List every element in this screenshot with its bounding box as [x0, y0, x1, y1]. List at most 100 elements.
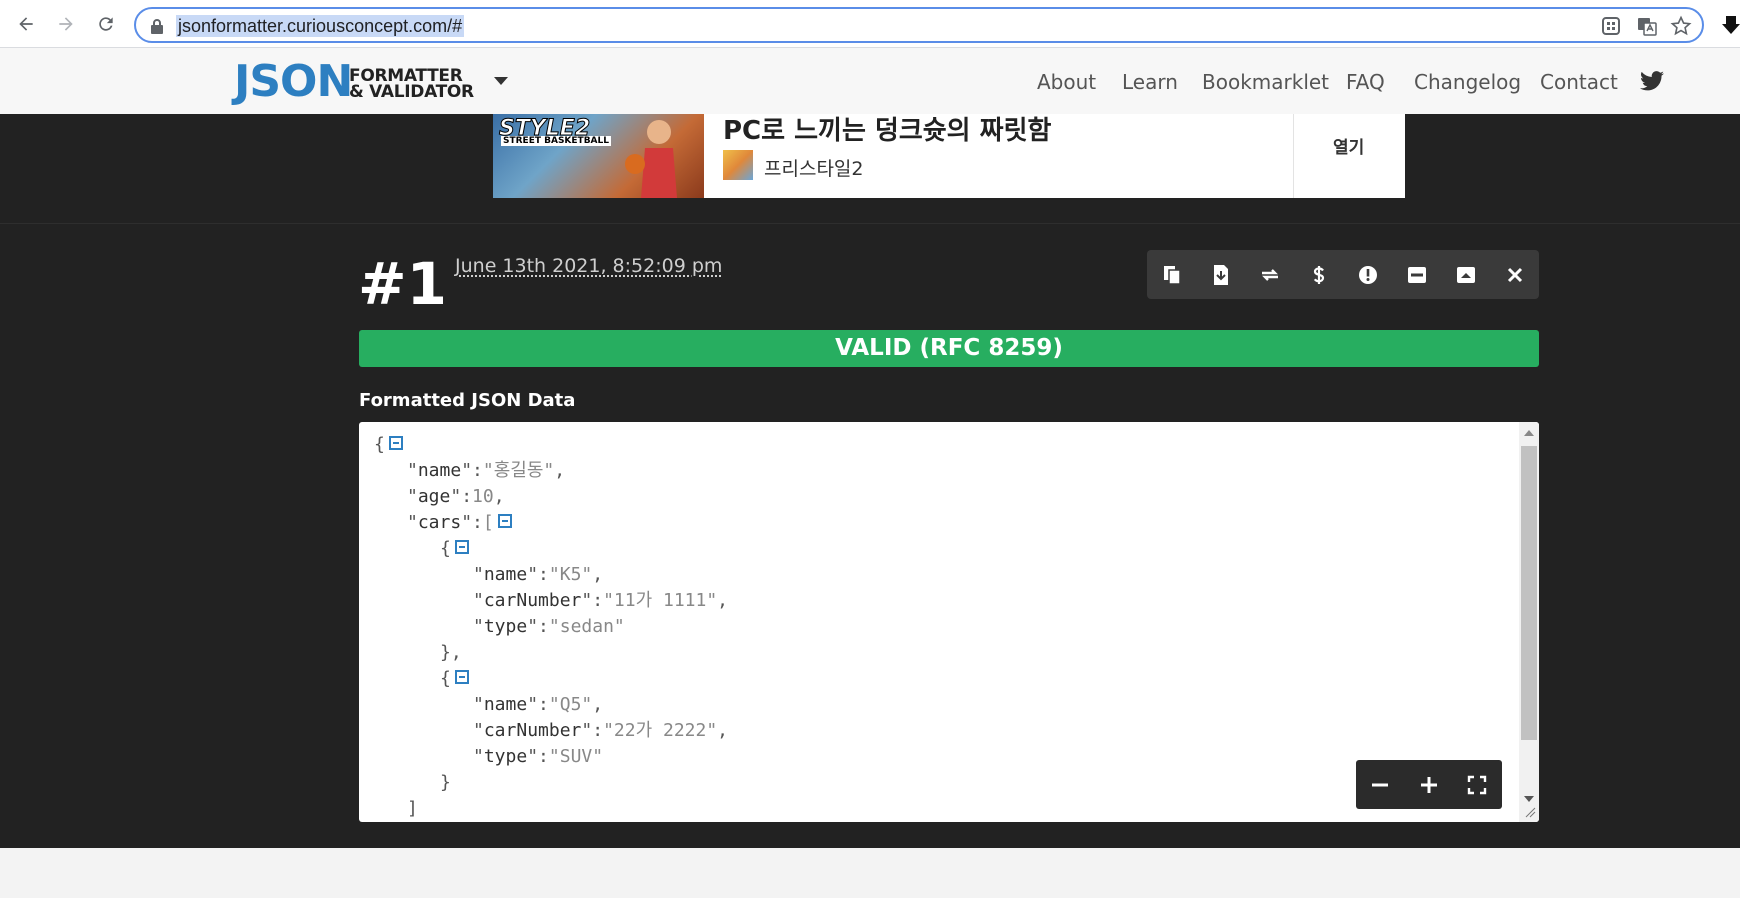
twitter-icon[interactable] — [1640, 70, 1664, 92]
collapse-toggle-icon[interactable] — [454, 670, 469, 684]
ad-brand[interactable]: 프리스타일2 — [764, 154, 864, 181]
json-line: "type":"SUV" — [473, 746, 604, 767]
ad-divider — [1293, 114, 1294, 198]
json-key: type — [483, 616, 528, 637]
json-line: } — [374, 770, 728, 796]
basketball-player-icon — [625, 120, 677, 198]
zoom-controls — [1356, 760, 1502, 809]
json-line: "carNumber":"11가 1111", — [473, 590, 729, 611]
json-line: "carNumber":"22가 2222", — [473, 720, 729, 741]
advertisement[interactable]: STYLE2 STREET BASKETBALL PC로 느끼는 덩크슛의 짜릿… — [493, 114, 1405, 198]
json-value: 10 — [472, 486, 494, 507]
download-icon[interactable] — [1196, 250, 1245, 299]
json-key: name — [417, 460, 462, 481]
bookmark-star-icon[interactable] — [1670, 15, 1692, 37]
json-key: carNumber — [483, 590, 582, 611]
json-key: carNumber — [483, 720, 582, 741]
json-key: type — [483, 746, 528, 767]
result-toolbar — [1147, 250, 1539, 299]
zoom-in-icon[interactable] — [1405, 760, 1453, 809]
json-line: "type":"sedan" — [473, 616, 625, 637]
json-line: ] — [374, 796, 728, 822]
fullscreen-icon[interactable] — [1453, 760, 1501, 809]
json-key: name — [483, 564, 528, 585]
reload-icon — [99, 17, 113, 31]
refresh-icon[interactable] — [1245, 250, 1294, 299]
json-bracket: }, — [440, 642, 462, 663]
reload-button[interactable] — [92, 10, 120, 38]
json-line: "name":"Q5", — [473, 694, 604, 715]
json-line: { — [374, 536, 728, 562]
scrollbar[interactable] — [1519, 422, 1539, 822]
logo-line-2: & VALIDATOR — [349, 82, 474, 102]
logo-json[interactable]: JSON — [234, 56, 353, 107]
forward-button[interactable] — [52, 10, 80, 38]
copy-icon[interactable] — [1147, 250, 1196, 299]
collapse-toggle-icon[interactable] — [388, 436, 403, 450]
ad-brand-thumbnail — [723, 150, 753, 180]
nav-about[interactable]: About — [1037, 70, 1096, 94]
collapse-toggle-icon[interactable] — [454, 540, 469, 554]
json-key: cars — [417, 512, 462, 533]
json-key: age — [417, 486, 451, 507]
close-icon[interactable] — [1490, 250, 1539, 299]
json-bracket: { — [440, 538, 451, 559]
json-bracket: { — [440, 668, 451, 689]
result-number: #1 — [358, 250, 447, 318]
json-key: name — [483, 694, 528, 715]
json-code[interactable]: {"name":"홍길동", "age":10, "cars":[{"name":"… — [374, 432, 728, 822]
arrow-right-icon — [59, 17, 73, 31]
address-bar[interactable]: jsonformatter.curiousconcept.com/# — [134, 7, 1704, 43]
nav-contact[interactable]: Contact — [1540, 70, 1618, 94]
zoom-out-icon[interactable] — [1356, 760, 1404, 809]
extension-icon[interactable] — [1722, 14, 1740, 36]
scroll-up-icon[interactable] — [1524, 430, 1534, 436]
scroll-down-icon[interactable] — [1524, 796, 1534, 802]
json-value: "SUV" — [548, 746, 604, 767]
json-line: { — [374, 432, 728, 458]
json-value: "Q5" — [548, 694, 593, 715]
ad-image[interactable]: STYLE2 STREET BASKETBALL — [493, 114, 704, 198]
alert-icon[interactable] — [1343, 250, 1392, 299]
resize-handle-icon[interactable] — [1524, 806, 1536, 818]
json-line: "name":"홍길동", — [407, 460, 566, 481]
collapse-toggle-icon[interactable] — [497, 514, 512, 528]
logo-subtitle[interactable]: FORMATTER & VALIDATOR — [349, 68, 474, 102]
chevron-down-icon[interactable] — [494, 77, 508, 85]
ad-title[interactable]: PC로 느끼는 덩크슛의 짜릿함 — [723, 110, 1051, 147]
json-bracket: } — [440, 772, 451, 793]
arrow-left-icon — [19, 17, 33, 31]
json-value: "11가 1111" — [603, 590, 718, 611]
browser-toolbar: jsonformatter.curiousconcept.com/# — [0, 0, 1740, 48]
nav-learn[interactable]: Learn — [1122, 70, 1178, 94]
scrollbar-thumb[interactable] — [1521, 446, 1537, 740]
json-value: "sedan" — [548, 616, 625, 637]
site-header: JSON FORMATTER & VALIDATOR About Learn B… — [0, 48, 1740, 114]
nav-faq[interactable]: FAQ — [1346, 70, 1385, 94]
ad-open-button[interactable]: 열기 — [1333, 133, 1364, 158]
json-bracket: { — [374, 434, 385, 455]
status-badge: VALID (RFC 8259) — [359, 330, 1539, 367]
nav-bookmarklet[interactable]: Bookmarklet — [1202, 70, 1329, 94]
ad-image-subtitle: STREET BASKETBALL — [501, 136, 611, 146]
json-value: "홍길동" — [482, 460, 555, 481]
main-content: STYLE2 STREET BASKETBALL PC로 느끼는 덩크슛의 짜릿… — [0, 114, 1740, 848]
minimize-icon[interactable] — [1392, 250, 1441, 299]
back-button[interactable] — [12, 10, 40, 38]
json-line: "age":10, — [407, 486, 505, 507]
result-timestamp[interactable]: June 13th 2021, 8:52:09 pm — [455, 255, 722, 277]
json-line: { — [374, 666, 728, 692]
divider — [0, 223, 1740, 224]
nav-changelog[interactable]: Changelog — [1414, 70, 1521, 94]
json-line: }, — [374, 640, 728, 666]
json-value: "22가 2222" — [603, 720, 718, 741]
url-text[interactable]: jsonformatter.curiousconcept.com/# — [176, 15, 465, 37]
lock-icon — [151, 19, 163, 34]
translate-icon[interactable] — [1636, 15, 1658, 37]
json-value: [ — [482, 512, 494, 533]
dollar-icon[interactable] — [1294, 250, 1343, 299]
expand-up-icon[interactable] — [1441, 250, 1490, 299]
json-bracket: ] — [407, 798, 418, 819]
json-line: "name":"K5", — [473, 564, 604, 585]
apps-icon[interactable] — [1600, 15, 1622, 37]
